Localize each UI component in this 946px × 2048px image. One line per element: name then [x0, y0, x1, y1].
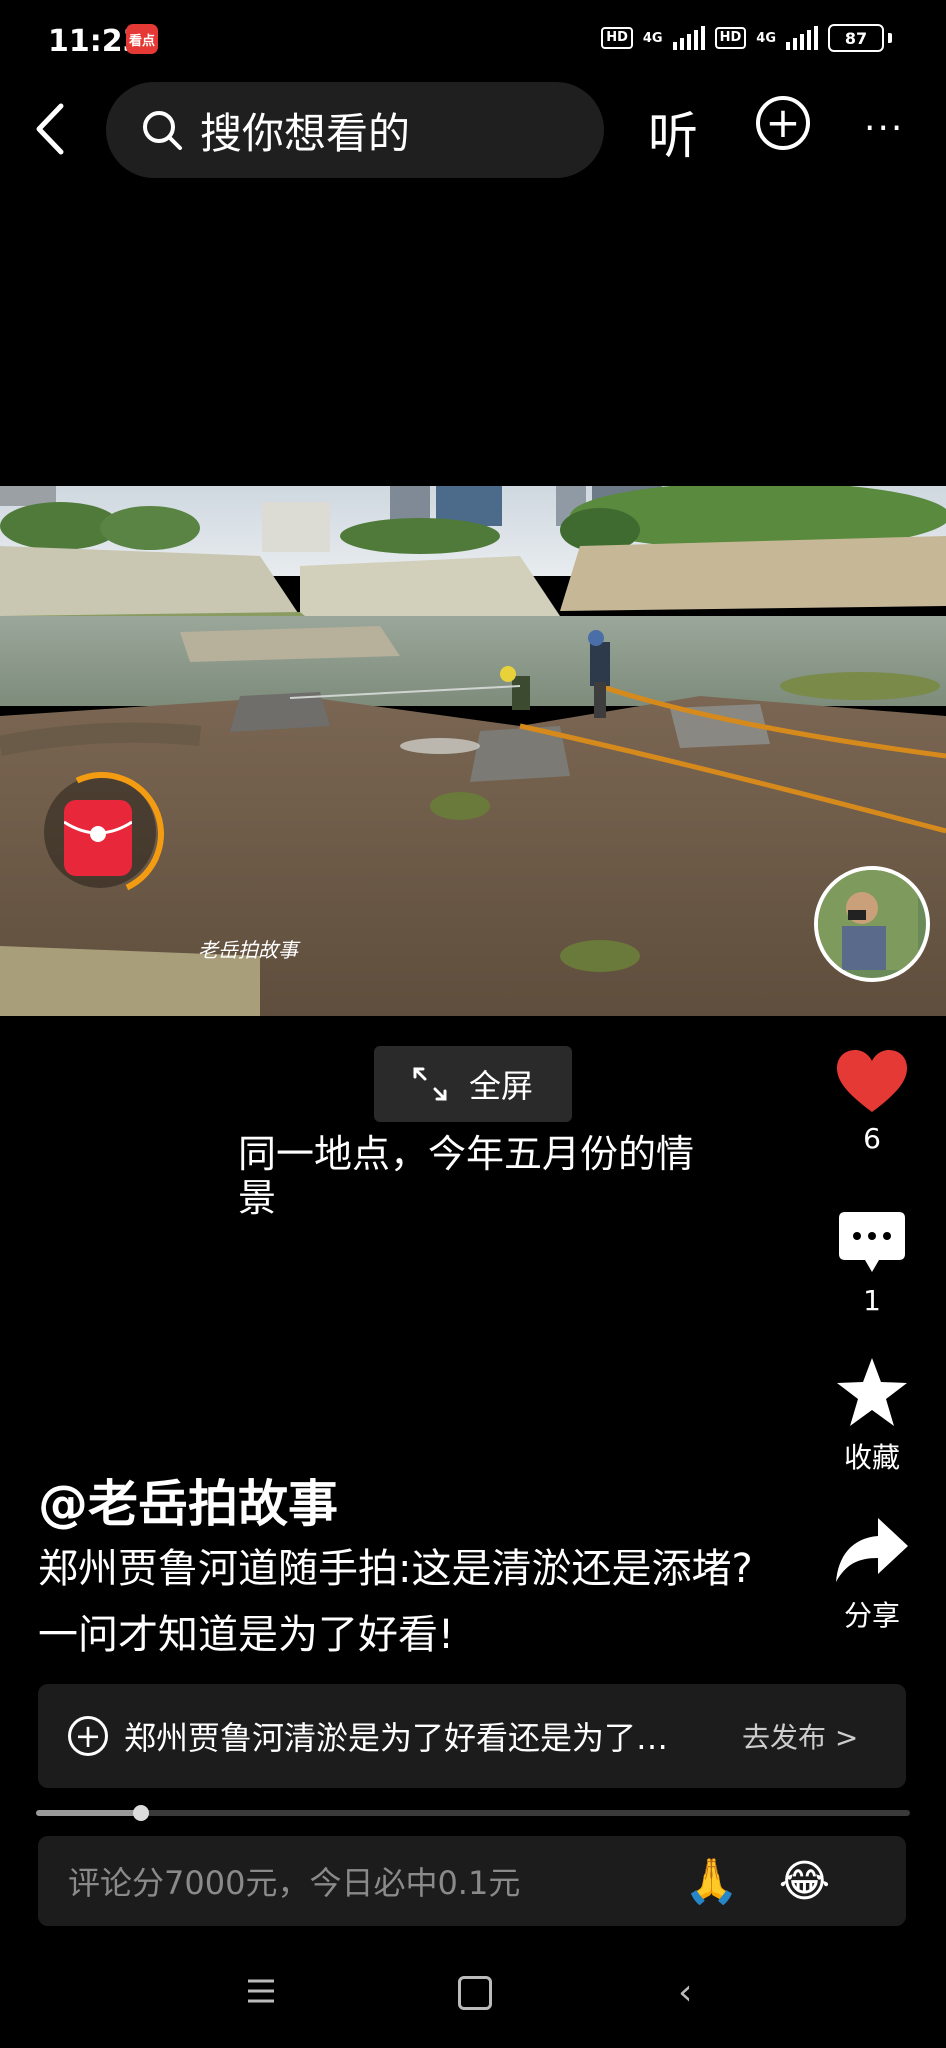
comment-placeholder: 评论分7000元，今日必中0.1元 — [68, 1864, 521, 1902]
share-label: 分享 — [843, 1599, 900, 1632]
post-title: 郑州贾鲁河道随手拍:这是清淤还是添堵? 一问才知道是为了好看! — [38, 1546, 753, 1658]
comment-button[interactable]: 1 — [826, 1210, 918, 1317]
search-placeholder: 搜你想看的 — [200, 108, 411, 158]
topic-bar[interactable]: + 郑州贾鲁河清淤是为了好看还是为了… 去发布 > — [38, 1684, 906, 1788]
home-nav-button[interactable] — [458, 1976, 492, 2010]
menu-nav-button[interactable] — [246, 1978, 276, 2008]
video-watermark: 老岳拍故事 — [198, 938, 298, 962]
comment-count: 1 — [863, 1284, 881, 1317]
progress-knob[interactable] — [132, 1805, 149, 1821]
more-button[interactable]: ··· — [864, 108, 904, 149]
author-name[interactable]: @老岳拍故事 — [38, 1464, 338, 1536]
favorite-label: 收藏 — [843, 1441, 900, 1474]
like-button[interactable]: 6 — [826, 1048, 918, 1155]
red-packet-button[interactable] — [22, 754, 182, 914]
video-progress-bar[interactable] — [36, 1805, 910, 1821]
battery-tip — [888, 33, 892, 43]
share-button[interactable]: 分享 — [826, 1516, 918, 1634]
publish-link[interactable]: 去发布 > — [742, 1716, 858, 1756]
pray-emoji-icon[interactable]: 🙏 — [684, 1855, 739, 1907]
favorite-button[interactable]: 收藏 — [826, 1356, 918, 1476]
fullscreen-button[interactable]: 全屏 — [374, 1046, 572, 1122]
battery-icon: 87 — [828, 24, 884, 52]
video-caption: 同一地点，今年五月份的情景 — [238, 1132, 695, 1220]
status-indicators: HD 4G HD 4G 87 — [601, 24, 892, 52]
search-icon — [143, 111, 182, 150]
plus-circle-icon: + — [68, 1716, 108, 1756]
author-avatar-image — [818, 870, 918, 970]
hd-badge: HD — [714, 27, 747, 49]
network-label: 4G — [642, 30, 663, 46]
search-input[interactable]: 搜你想看的 — [106, 82, 604, 178]
add-button[interactable]: + — [756, 96, 810, 150]
chevron-left-icon: ‹ — [678, 1972, 693, 2013]
expand-icon — [413, 1067, 447, 1101]
progress-fill — [36, 1810, 141, 1816]
avatar[interactable] — [814, 866, 930, 982]
chevron-left-icon — [36, 103, 64, 155]
network-label: 4G — [756, 30, 776, 46]
star-icon — [837, 1358, 907, 1426]
comment-input[interactable]: 评论分7000元，今日必中0.1元 🙏 😂 — [38, 1836, 906, 1926]
signal-icon — [672, 26, 705, 50]
signal-icon — [786, 26, 818, 50]
menu-icon — [248, 1979, 274, 2003]
laugh-emoji-icon[interactable]: 😂 — [779, 1856, 830, 1907]
hd-badge: HD — [601, 27, 633, 49]
listen-button[interactable]: 听 — [648, 96, 698, 168]
share-arrow-icon — [836, 1518, 908, 1582]
video-player[interactable] — [0, 486, 946, 1016]
more-icon: ··· — [864, 108, 905, 149]
topic-text: 郑州贾鲁河清淤是为了好看还是为了… — [124, 1719, 669, 1757]
comment-bubble-icon — [839, 1212, 905, 1272]
like-count: 6 — [863, 1122, 881, 1155]
back-nav-button[interactable]: ‹ — [678, 1972, 692, 2013]
plus-icon: + — [765, 98, 801, 147]
back-button[interactable] — [24, 98, 76, 160]
app-badge-icon: 看点 — [126, 24, 158, 54]
video-frame — [0, 486, 946, 1016]
red-envelope-icon — [63, 800, 133, 876]
heart-icon — [837, 1050, 907, 1112]
fullscreen-label: 全屏 — [468, 1067, 533, 1105]
